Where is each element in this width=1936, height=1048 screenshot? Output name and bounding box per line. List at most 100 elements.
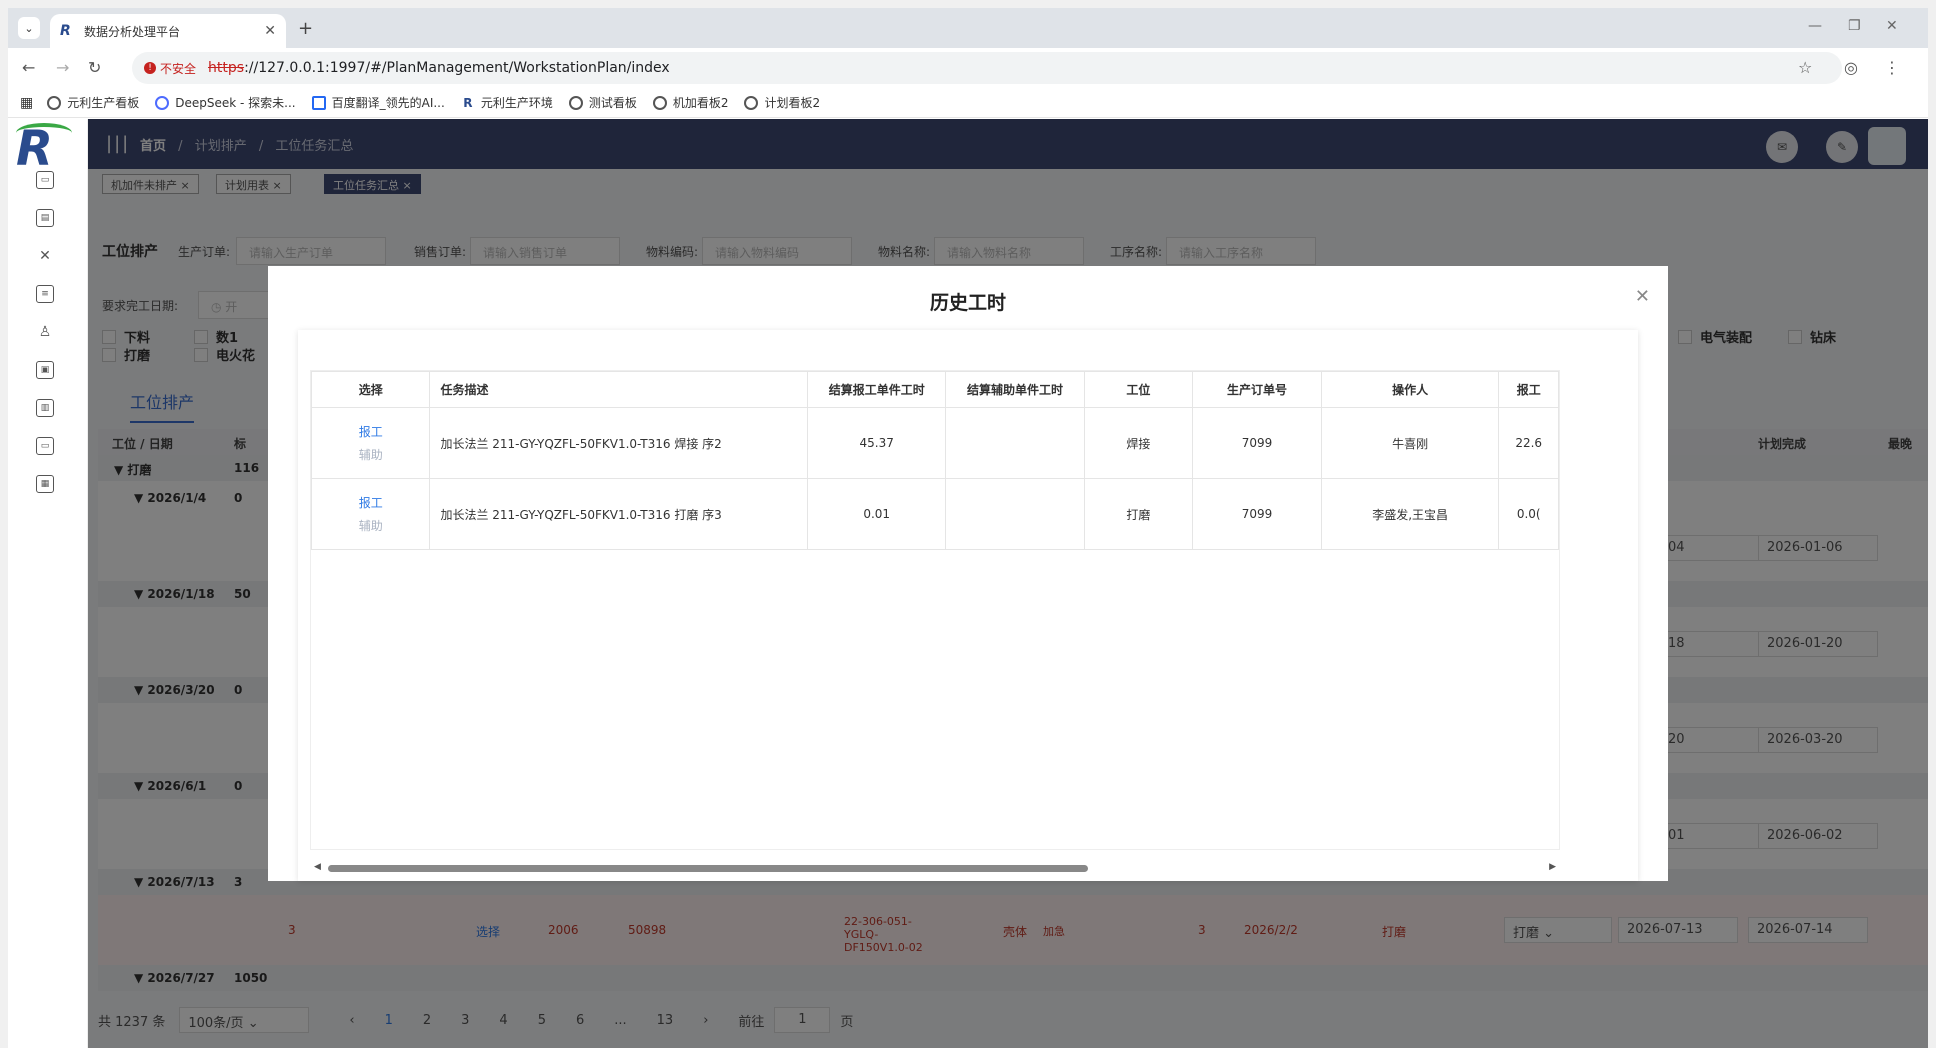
bookmark-star-icon[interactable]: ☆ <box>1798 58 1812 77</box>
app-logo-icon: R <box>463 95 473 110</box>
close-window-icon[interactable]: ✕ <box>1886 18 1898 34</box>
globe-icon <box>744 95 759 110</box>
warning-icon: ! <box>144 62 156 74</box>
bookmark-item[interactable]: DeepSeek - 探索未... <box>155 94 296 111</box>
app-favicon-icon: R <box>60 23 71 39</box>
report-value: 22.6 <box>1498 407 1559 479</box>
station: 打磨 <box>1083 478 1194 550</box>
operator: 牛喜刚 <box>1320 407 1500 479</box>
security-indicator[interactable]: ! 不安全 <box>144 60 196 77</box>
sidebar-report-icon[interactable]: ▥ <box>36 399 54 417</box>
bookmark-item[interactable]: 计划看板2 <box>744 94 820 111</box>
tab-bar: ⌄ R 数据分析处理平台 ✕ + — ❐ ✕ <box>8 8 1928 48</box>
operator: 李盛发,王宝昌 <box>1320 478 1500 550</box>
minimize-icon[interactable]: — <box>1808 18 1822 34</box>
table-header-row: 选择 任务描述 结算报工单件工时 结算辅助单件工时 工位 生产订单号 操作人 报… <box>311 371 1559 408</box>
bookmark-label: 元利生产环境 <box>480 96 553 110</box>
url-path: ://127.0.0.1:1997/#/PlanManagement/Works… <box>244 60 670 76</box>
auxiliary-link[interactable]: 辅助 <box>312 446 429 463</box>
report-link[interactable]: 报工 <box>312 423 429 440</box>
column-header: 结算辅助单件工时 <box>945 371 1085 408</box>
action-cell: 报工 辅助 <box>311 407 431 479</box>
sidebar-doc-icon[interactable]: ▤ <box>36 209 54 227</box>
column-header: 操作人 <box>1320 371 1500 408</box>
profile-icon[interactable]: ◎ <box>1844 58 1858 77</box>
sidebar-calendar-icon[interactable]: ▦ <box>36 475 54 493</box>
column-header: 工位 <box>1083 371 1194 408</box>
sidebar-monitor-icon[interactable]: ▭ <box>36 171 54 189</box>
column-header: 结算报工单件工时 <box>806 371 947 408</box>
horizontal-scrollbar[interactable]: ◀ ▶ <box>310 862 1560 874</box>
bookmark-item[interactable]: 百度翻译_领先的AI... <box>311 94 445 111</box>
dialog-body: 选择 任务描述 结算报工单件工时 结算辅助单件工时 工位 生产订单号 操作人 报… <box>298 330 1638 881</box>
bookmark-item[interactable]: 机加看板2 <box>652 94 729 111</box>
bookmark-label: 元利生产看板 <box>67 96 140 110</box>
dialog-title: 历史工时 <box>929 292 1006 314</box>
tab-search-button[interactable]: ⌄ <box>18 17 40 39</box>
order-number: 7099 <box>1192 407 1322 479</box>
scrollbar-thumb[interactable] <box>328 865 1088 872</box>
aux-hours <box>945 407 1085 479</box>
auxiliary-link[interactable]: 辅助 <box>312 517 429 534</box>
bookmark-label: 计划看板2 <box>764 96 821 110</box>
task-description: 加长法兰 211-GY-YQZFL-50FKV1.0-T316 打磨 序3 <box>429 478 808 550</box>
browser-window: ⌄ R 数据分析处理平台 ✕ + — ❐ ✕ ← → ↻ ! 不安全 https:… <box>8 8 1928 1048</box>
menu-dots-icon[interactable]: ⋮ <box>1884 58 1900 77</box>
bookmark-label: 百度翻译_领先的AI... <box>331 96 445 110</box>
aux-hours <box>945 478 1085 550</box>
report-link[interactable]: 报工 <box>312 494 429 511</box>
sidebar-box-icon[interactable]: ▣ <box>36 361 54 379</box>
globe-icon <box>568 95 583 110</box>
globe-icon <box>47 95 62 110</box>
report-hours: 45.37 <box>806 407 947 479</box>
station: 焊接 <box>1083 407 1194 479</box>
insecure-label: 不安全 <box>160 61 197 76</box>
close-icon[interactable]: ✕ <box>1635 286 1650 307</box>
sidebar-list-icon[interactable]: ≡ <box>36 285 54 303</box>
chevron-down-icon: ⌄ <box>24 21 34 35</box>
close-tab-icon[interactable]: ✕ <box>264 23 276 39</box>
history-table: 选择 任务描述 结算报工单件工时 结算辅助单件工时 工位 生产订单号 操作人 报… <box>310 370 1560 850</box>
bookmark-item[interactable]: 元利生产看板 <box>47 94 139 111</box>
forward-arrow-icon[interactable]: → <box>56 58 69 77</box>
column-header: 选择 <box>311 371 431 408</box>
translate-icon <box>311 95 326 110</box>
sidebar: R ▭ ▤ ✕ ≡ ♙ ▣ ▥ ▭ ▦ <box>8 119 88 1048</box>
bookmark-item[interactable]: 测试看板 <box>568 94 637 111</box>
new-tab-button[interactable]: + <box>298 18 313 39</box>
report-hours: 0.01 <box>806 478 947 550</box>
sidebar-user-icon[interactable]: ♙ <box>36 323 54 341</box>
table-row: 报工 辅助 加长法兰 211-GY-YQZFL-50FKV1.0-T316 打磨… <box>311 478 1559 550</box>
bookmark-label: DeepSeek - 探索未... <box>175 96 296 110</box>
scroll-right-icon[interactable]: ▶ <box>1549 862 1556 872</box>
history-hours-dialog: 历史工时 ✕ 选择 任务描述 结算报工单件工时 结算辅助单件工时 工位 生产订单… <box>268 266 1668 881</box>
action-cell: 报工 辅助 <box>311 478 431 550</box>
url-text: https://127.0.0.1:1997/#/PlanManagement/… <box>208 60 670 76</box>
sidebar-screen-icon[interactable]: ▭ <box>36 437 54 455</box>
report-value: 0.0( <box>1498 478 1559 550</box>
url-scheme: https <box>208 60 245 76</box>
reload-icon[interactable]: ↻ <box>88 58 101 77</box>
restore-icon[interactable]: ❐ <box>1848 18 1861 34</box>
bookmark-item[interactable]: R 元利生产环境 <box>461 94 553 111</box>
bookmark-label: 机加看板2 <box>672 96 729 110</box>
bookmarks-bar: ▦ 元利生产看板 DeepSeek - 探索未... 百度翻译_领先的AI...… <box>8 88 1928 118</box>
sidebar-tools-icon[interactable]: ✕ <box>36 247 54 265</box>
column-header: 生产订单号 <box>1192 371 1322 408</box>
logo-icon: R <box>16 121 76 177</box>
address-bar: ← → ↻ ! 不安全 https://127.0.0.1:1997/#/Plan… <box>8 48 1928 88</box>
deepseek-icon <box>155 95 170 110</box>
back-arrow-icon[interactable]: ← <box>22 58 35 77</box>
order-number: 7099 <box>1192 478 1322 550</box>
apps-grid-icon[interactable]: ▦ <box>20 95 33 111</box>
table-row: 报工 辅助 加长法兰 211-GY-YQZFL-50FKV1.0-T316 焊接… <box>311 407 1559 479</box>
column-header: 报工 <box>1498 371 1559 408</box>
column-header: 任务描述 <box>429 371 808 408</box>
tab-title: 数据分析处理平台 <box>84 24 181 39</box>
scroll-left-icon[interactable]: ◀ <box>314 862 321 872</box>
globe-icon <box>652 95 667 110</box>
browser-tab[interactable]: R 数据分析处理平台 ✕ <box>50 14 286 48</box>
task-description: 加长法兰 211-GY-YQZFL-50FKV1.0-T316 焊接 序2 <box>429 407 808 479</box>
url-input[interactable]: ! 不安全 https://127.0.0.1:1997/#/PlanManage… <box>132 52 1842 84</box>
bookmark-label: 测试看板 <box>588 96 637 110</box>
